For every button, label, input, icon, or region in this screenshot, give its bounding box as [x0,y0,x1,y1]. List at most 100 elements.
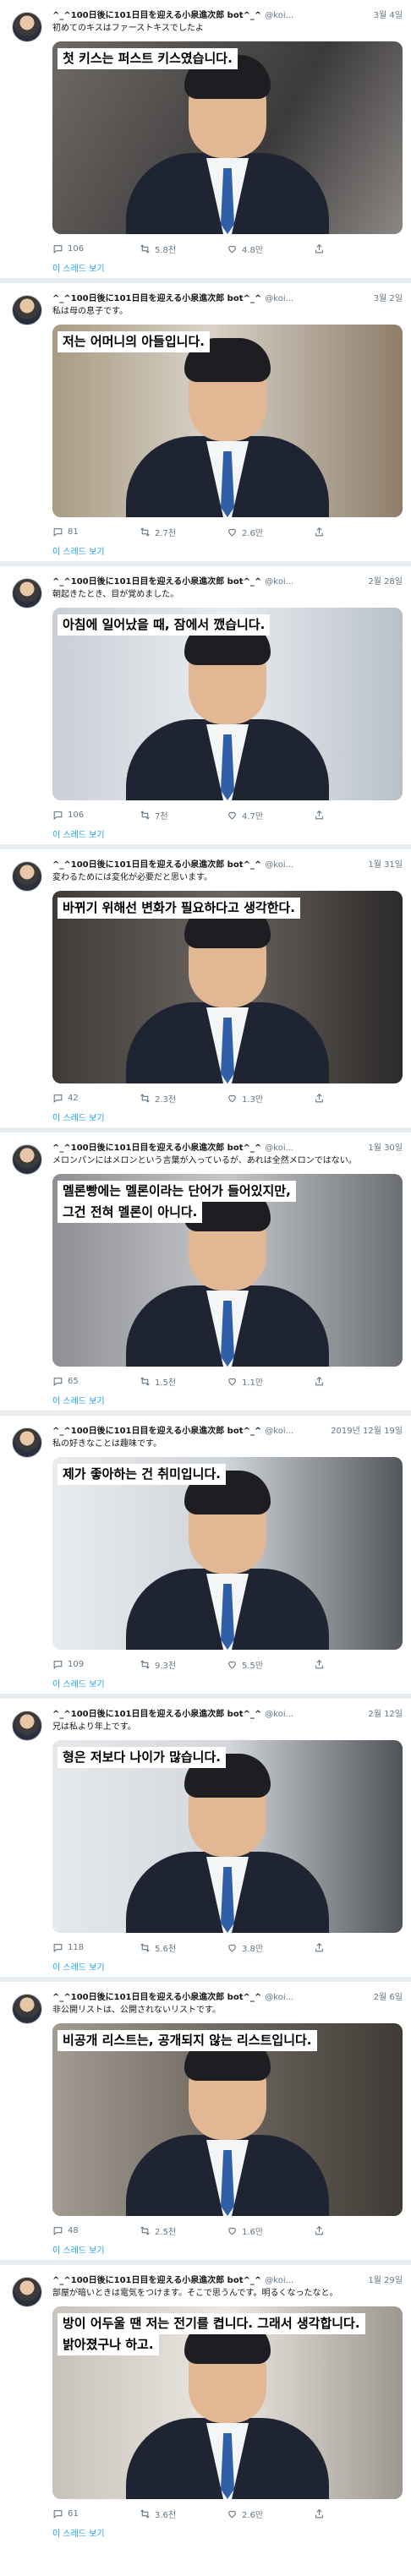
like-button[interactable]: 4.8만 [227,243,314,255]
retweet-button[interactable]: 1.5천 [140,1375,227,1388]
avatar[interactable] [12,578,42,609]
share-button[interactable] [314,1659,325,1670]
tweet-date[interactable]: 2월 12일 [368,1709,403,1721]
avatar[interactable] [12,1144,42,1175]
reply-button[interactable]: 106 [52,243,140,254]
reply-button[interactable]: 106 [52,810,140,821]
avatar[interactable] [12,2277,42,2307]
tweet[interactable]: ^_^100日後に101日目を迎える小泉進次郎 bot^_^ @koi... 2… [0,1416,411,1699]
avatar[interactable] [12,12,42,42]
reply-button[interactable]: 81 [52,527,140,538]
like-button[interactable]: 5.5만 [227,1658,314,1671]
share-button[interactable] [314,810,325,821]
tweet-date[interactable]: 2월 6일 [374,1992,403,2004]
like-button[interactable]: 3.8만 [227,1941,314,1954]
tweet-date[interactable]: 1월 30일 [368,1143,403,1154]
handle[interactable]: @koi... [265,1143,293,1154]
show-thread-link[interactable]: 이 스레드 보기 [52,1394,403,1406]
show-thread-link[interactable]: 이 스레드 보기 [52,1677,403,1689]
show-thread-link[interactable]: 이 스레드 보기 [52,2243,403,2256]
tweet[interactable]: ^_^100日後に101日目を迎える小泉進次郎 bot^_^ @koi... 3… [0,0,411,283]
display-name[interactable]: ^_^100日後に101日目を迎える小泉進次郎 bot^_^ [52,1143,261,1154]
tweet-image[interactable]: 제가 좋아하는 건 취미입니다. [52,1457,403,1650]
handle[interactable]: @koi... [265,10,293,22]
show-thread-link[interactable]: 이 스레드 보기 [52,1960,403,1973]
share-button[interactable] [314,2508,325,2519]
tweet-image[interactable]: 저는 어머니의 아들입니다. [52,325,403,517]
reply-button[interactable]: 48 [52,2225,140,2236]
handle[interactable]: @koi... [265,860,293,871]
handle[interactable]: @koi... [265,293,293,305]
retweet-button[interactable]: 7천 [140,809,227,821]
handle[interactable]: @koi... [265,1992,293,2004]
share-button[interactable] [314,1942,325,1953]
tweet-image[interactable]: 방이 어두울 땐 저는 전기를 켭니다. 그래서 생각합니다. 밝아졌구나 하고… [52,2306,403,2499]
tweet-image[interactable]: 멜론빵에는 멜론이라는 단어가 들어있지만, 그건 전혀 멜론이 아니다. [52,1174,403,1367]
reply-button[interactable]: 109 [52,1659,140,1670]
tweet[interactable]: ^_^100日後に101日目を迎える小泉進次郎 bot^_^ @koi... 2… [0,566,411,849]
display-name[interactable]: ^_^100日後に101日目を迎える小泉進次郎 bot^_^ [52,293,261,305]
tweet-date[interactable]: 1월 31일 [368,860,403,871]
like-button[interactable]: 2.6만 [227,526,314,538]
tweet[interactable]: ^_^100日後に101日目を迎える小泉進次郎 bot^_^ @koi... 2… [0,1982,411,2265]
display-name[interactable]: ^_^100日後に101日目を迎える小泉進次郎 bot^_^ [52,860,261,871]
tweet-image[interactable]: 아침에 일어났을 때, 잠에서 깼습니다. [52,608,403,800]
tweet-date[interactable]: 2019년 12월 19일 [331,1426,403,1438]
share-button[interactable] [314,527,325,538]
show-thread-link[interactable]: 이 스레드 보기 [52,2526,403,2539]
display-name[interactable]: ^_^100日後に101日目を迎える小泉進次郎 bot^_^ [52,1992,261,2004]
like-button[interactable]: 2.6만 [227,2508,314,2520]
like-button[interactable]: 1.1만 [227,1375,314,1388]
retweet-icon [140,527,150,537]
retweet-button[interactable]: 5.6천 [140,1941,227,1954]
like-button[interactable]: 4.7만 [227,809,314,821]
share-button[interactable] [314,1376,325,1387]
retweet-button[interactable]: 9.3천 [140,1658,227,1671]
show-thread-link[interactable]: 이 스레드 보기 [52,544,403,557]
tweet[interactable]: ^_^100日後に101日目を迎える小泉進次郎 bot^_^ @koi... 1… [0,1132,411,1416]
retweet-button[interactable]: 3.6천 [140,2508,227,2520]
display-name[interactable]: ^_^100日後に101日目を迎える小泉進次郎 bot^_^ [52,1709,261,1721]
display-name[interactable]: ^_^100日後に101日目を迎える小泉進次郎 bot^_^ [52,10,261,22]
tweet-image[interactable]: 비공개 리스트는, 공개되지 않는 리스트입니다. [52,2023,403,2216]
reply-button[interactable]: 118 [52,1942,140,1953]
display-name[interactable]: ^_^100日後に101日目を迎える小泉進次郎 bot^_^ [52,2275,261,2287]
tweet-date[interactable]: 3월 4일 [374,10,403,22]
display-name[interactable]: ^_^100日後に101日目を迎える小泉進次郎 bot^_^ [52,576,261,588]
show-thread-link[interactable]: 이 스레드 보기 [52,1111,403,1123]
like-button[interactable]: 1.6만 [227,2224,314,2237]
tweet-date[interactable]: 1월 29일 [368,2275,403,2287]
tweet-image[interactable]: 첫 키스는 퍼스트 키스였습니다. [52,41,403,234]
tweet[interactable]: ^_^100日後に101日目を迎える小泉進次郎 bot^_^ @koi... 3… [0,283,411,566]
avatar[interactable] [12,861,42,892]
tweet-image[interactable]: 바뀌기 위해선 변화가 필요하다고 생각한다. [52,891,403,1083]
reply-button[interactable]: 65 [52,1376,140,1387]
show-thread-link[interactable]: 이 스레드 보기 [52,827,403,840]
retweet-button[interactable]: 2.3천 [140,1092,227,1105]
tweet-date[interactable]: 2월 28일 [368,576,403,588]
retweet-button[interactable]: 2.5천 [140,2224,227,2237]
tweet-date[interactable]: 3월 2일 [374,293,403,305]
tweet-image[interactable]: 형은 저보다 나이가 많습니다. [52,1740,403,1933]
like-button[interactable]: 1.3만 [227,1092,314,1105]
retweet-button[interactable]: 2.7천 [140,526,227,538]
handle[interactable]: @koi... [265,1709,293,1721]
reply-button[interactable]: 42 [52,1093,140,1104]
retweet-button[interactable]: 5.8천 [140,243,227,255]
tweet[interactable]: ^_^100日後に101日目を迎える小泉進次郎 bot^_^ @koi... 1… [0,2265,411,2548]
reply-button[interactable]: 61 [52,2508,140,2519]
avatar[interactable] [12,1711,42,1741]
avatar[interactable] [12,1427,42,1458]
show-thread-link[interactable]: 이 스레드 보기 [52,261,403,274]
display-name[interactable]: ^_^100日後に101日目を迎える小泉進次郎 bot^_^ [52,1426,261,1438]
tweet[interactable]: ^_^100日後に101日目を迎える小泉進次郎 bot^_^ @koi... 2… [0,1699,411,1982]
avatar[interactable] [12,295,42,325]
share-button[interactable] [314,2225,325,2236]
tweet[interactable]: ^_^100日後に101日目を迎える小泉進次郎 bot^_^ @koi... 1… [0,849,411,1132]
handle[interactable]: @koi... [265,576,293,588]
handle[interactable]: @koi... [265,1426,293,1438]
handle[interactable]: @koi... [265,2275,293,2287]
share-button[interactable] [314,1093,325,1104]
share-button[interactable] [314,243,325,254]
avatar[interactable] [12,1994,42,2024]
